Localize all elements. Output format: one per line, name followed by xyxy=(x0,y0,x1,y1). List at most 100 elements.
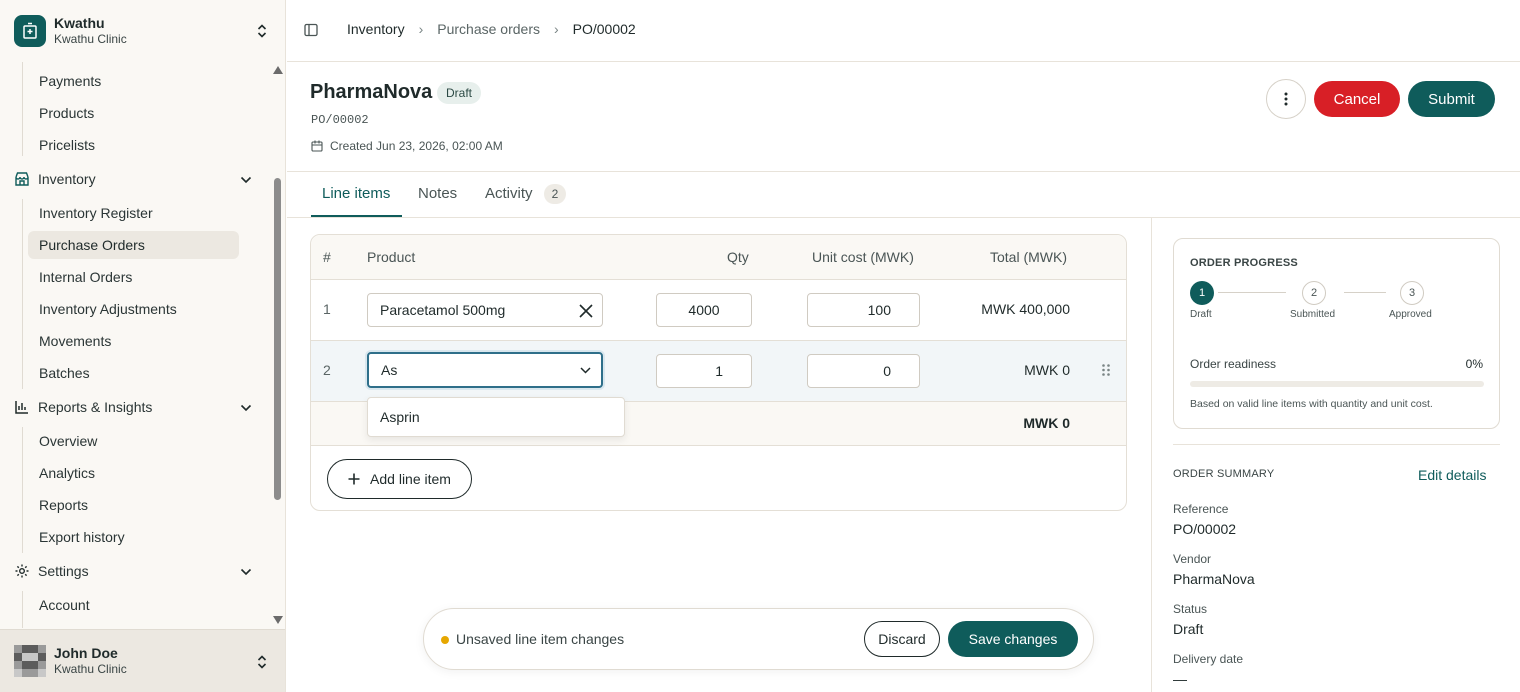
order-readiness-label: Order readiness xyxy=(1190,357,1277,371)
save-changes-button[interactable]: Save changes xyxy=(948,621,1078,657)
sidebar-item-reports[interactable]: Reports xyxy=(39,495,88,515)
product-input[interactable]: Paracetamol 500mg xyxy=(367,293,603,327)
add-line-item-button[interactable]: Add line item xyxy=(327,459,472,499)
bar-chart-icon xyxy=(15,401,28,414)
line-items-table: # Product Qty Unit cost (MWK) Total (MWK… xyxy=(310,234,1127,511)
unsaved-changes-bar: Unsaved line item changes Discard Save c… xyxy=(423,608,1094,670)
drag-handle-icon[interactable] xyxy=(1101,363,1111,377)
column-header-qty: Qty xyxy=(727,249,749,265)
page-title: PharmaNova xyxy=(310,81,433,103)
unit-cost-value: 0 xyxy=(883,363,891,379)
product-dropdown-option[interactable]: Asprin xyxy=(367,397,625,437)
line-total: MWK 0 xyxy=(1024,362,1070,378)
tab-activity[interactable]: Activity xyxy=(485,185,533,202)
scrollbar-thumb[interactable] xyxy=(274,178,281,500)
sidebar-group-reports[interactable]: Reports & Insights xyxy=(14,399,152,415)
sidebar-item-overview[interactable]: Overview xyxy=(39,431,97,451)
nav-tree-line xyxy=(22,199,23,389)
row-number: 2 xyxy=(323,362,331,378)
chevron-right-icon: › xyxy=(553,21,559,37)
order-side-panel: ORDER PROGRESS 1 2 3 Draft Submitted App… xyxy=(1151,218,1520,692)
column-header-number: # xyxy=(323,249,331,265)
tab-line-items[interactable]: Line items xyxy=(322,185,390,202)
more-vertical-icon xyxy=(1284,92,1288,106)
close-icon[interactable] xyxy=(578,303,594,319)
org-subtitle: Kwathu Clinic xyxy=(54,32,127,46)
sidebar-group-label: Reports & Insights xyxy=(38,399,153,415)
step-label-draft: Draft xyxy=(1190,309,1212,320)
submit-button[interactable]: Submit xyxy=(1408,81,1495,117)
gear-icon xyxy=(15,564,29,578)
chevron-down-icon[interactable] xyxy=(240,404,252,412)
product-value: Paracetamol 500mg xyxy=(380,302,506,318)
summary-value-vendor: PharmaNova xyxy=(1173,571,1255,587)
tab-notes[interactable]: Notes xyxy=(418,185,457,202)
step-label-approved: Approved xyxy=(1389,309,1432,320)
sidebar-item-pricelists[interactable]: Pricelists xyxy=(39,135,95,155)
avatar xyxy=(14,645,46,677)
sidebar-item-payments[interactable]: Payments xyxy=(39,71,101,91)
sidebar-item-analytics[interactable]: Analytics xyxy=(39,463,95,483)
org-switcher[interactable]: Kwathu Kwathu Clinic xyxy=(0,0,285,62)
sidebar-item-products[interactable]: Products xyxy=(39,103,94,123)
breadcrumb-inventory[interactable]: Inventory xyxy=(347,21,405,37)
unit-cost-input[interactable]: 0 xyxy=(807,354,920,388)
summary-label-vendor: Vendor xyxy=(1173,552,1212,566)
sidebar-group-settings[interactable]: Settings xyxy=(14,563,89,579)
breadcrumb-current: PO/00002 xyxy=(572,21,636,37)
chevron-updown-icon xyxy=(257,24,267,38)
readiness-progress-bar xyxy=(1190,381,1484,387)
user-switcher[interactable]: John Doe Kwathu Clinic xyxy=(0,629,285,692)
scroll-down-arrow-icon[interactable] xyxy=(273,616,283,624)
po-reference: PO/00002 xyxy=(311,113,369,127)
cancel-button[interactable]: Cancel xyxy=(1314,81,1400,117)
sidebar-group-label: Inventory xyxy=(38,171,96,187)
sidebar-item-internal-orders[interactable]: Internal Orders xyxy=(39,267,132,287)
sidebar: Kwathu Kwathu Clinic Payments Products P… xyxy=(0,0,286,692)
more-actions-button[interactable] xyxy=(1266,79,1306,119)
sidebar-item-batches[interactable]: Batches xyxy=(39,363,90,383)
qty-input[interactable]: 4000 xyxy=(656,293,752,327)
user-org: Kwathu Clinic xyxy=(54,662,127,676)
status-badge: Draft xyxy=(437,82,482,104)
sidebar-group-label: Settings xyxy=(38,563,89,579)
sidebar-item-inventory-register[interactable]: Inventory Register xyxy=(39,203,153,223)
chevron-down-icon[interactable] xyxy=(240,176,252,184)
step-connector xyxy=(1218,292,1286,293)
scroll-up-arrow-icon[interactable] xyxy=(273,66,283,74)
nav-tree-line xyxy=(22,591,23,628)
sidebar-scrollbar[interactable] xyxy=(272,62,284,628)
product-value: As xyxy=(381,362,398,378)
chevron-down-icon[interactable] xyxy=(240,568,252,576)
qty-value: 4000 xyxy=(688,302,720,318)
summary-label-delivery-date: Delivery date xyxy=(1173,652,1244,666)
hospital-icon xyxy=(14,15,46,47)
qty-value: 1 xyxy=(715,363,723,379)
divider xyxy=(1173,444,1500,445)
created-date-text: Created Jun 23, 2026, 02:00 AM xyxy=(330,139,503,153)
chevron-right-icon: › xyxy=(418,21,424,37)
qty-input[interactable]: 1 xyxy=(656,354,752,388)
topbar: Inventory › Purchase orders › PO/00002 xyxy=(287,0,1520,62)
unsaved-message: Unsaved line item changes xyxy=(456,631,625,647)
column-header-product: Product xyxy=(367,249,416,265)
unit-cost-input[interactable]: 100 xyxy=(807,293,920,327)
user-name: John Doe xyxy=(54,645,118,661)
activity-count-badge: 2 xyxy=(544,184,566,204)
edit-details-link[interactable]: Edit details xyxy=(1418,467,1486,483)
row-number: 1 xyxy=(323,301,331,317)
summary-value-reference: PO/00002 xyxy=(1173,521,1237,537)
sidebar-item-purchase-orders[interactable]: Purchase Orders xyxy=(28,231,239,259)
org-name: Kwathu xyxy=(54,15,105,31)
sidebar-toggle-icon[interactable] xyxy=(304,23,318,37)
sidebar-item-export-history[interactable]: Export history xyxy=(39,527,125,547)
product-select[interactable]: As xyxy=(367,352,603,388)
line-total: MWK 400,000 xyxy=(981,301,1070,317)
add-line-item-label: Add line item xyxy=(370,471,451,487)
discard-button[interactable]: Discard xyxy=(864,621,940,657)
sidebar-item-movements[interactable]: Movements xyxy=(39,331,111,351)
sidebar-item-inventory-adjustments[interactable]: Inventory Adjustments xyxy=(39,299,177,319)
sidebar-group-inventory[interactable]: Inventory xyxy=(14,171,96,187)
breadcrumb-purchase-orders[interactable]: Purchase orders xyxy=(437,21,540,37)
sidebar-item-account[interactable]: Account xyxy=(39,595,90,615)
